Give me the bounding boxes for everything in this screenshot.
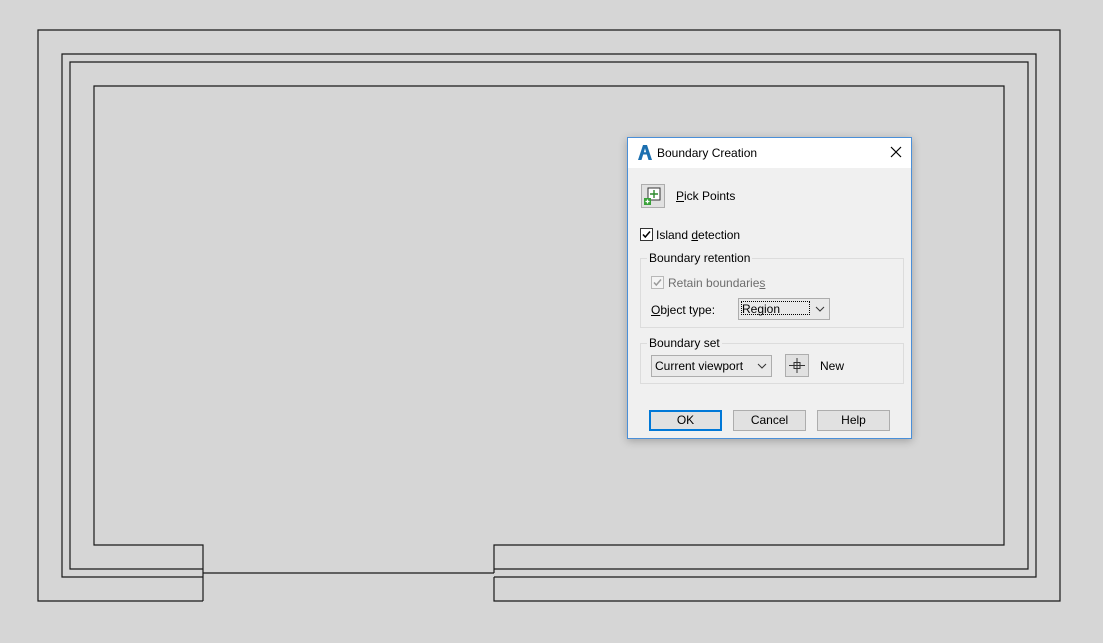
dialog-title: Boundary Creation (657, 146, 758, 160)
chevron-down-icon (757, 360, 767, 375)
checkmark-icon (642, 231, 651, 239)
dialog-titlebar[interactable]: Boundary Creation (628, 138, 911, 168)
chevron-down-icon (815, 303, 825, 318)
island-detection-label[interactable]: Island detection (656, 228, 740, 242)
new-boundary-set-button[interactable] (785, 354, 809, 377)
boundary-set-title: Boundary set (647, 336, 722, 350)
boundary-creation-dialog: Boundary Creation Pick Points Island det… (627, 137, 912, 439)
retain-boundaries-label: Retain boundaries (668, 276, 766, 290)
boundary-retention-title: Boundary retention (647, 251, 753, 265)
object-type-select[interactable]: Region (738, 298, 830, 320)
boundary-set-select[interactable]: Current viewport (651, 355, 772, 377)
object-type-value: Region (742, 302, 781, 316)
checkmark-icon (653, 279, 662, 287)
pick-points-button[interactable] (641, 184, 665, 208)
object-type-label: Object type: (651, 303, 716, 317)
island-detection-checkbox[interactable] (640, 228, 653, 241)
close-button[interactable] (881, 138, 911, 168)
autocad-a-icon (638, 145, 652, 160)
pick-points-label[interactable]: Pick Points (676, 189, 735, 203)
help-button[interactable]: Help (817, 410, 890, 431)
ok-button[interactable]: OK (649, 410, 722, 431)
boundary-set-value: Current viewport (655, 359, 744, 373)
close-icon (890, 146, 902, 161)
drawing-canvas[interactable] (0, 0, 1103, 643)
new-label: New (820, 359, 845, 373)
retain-boundaries-checkbox[interactable] (651, 276, 664, 289)
cancel-button[interactable]: Cancel (733, 410, 806, 431)
